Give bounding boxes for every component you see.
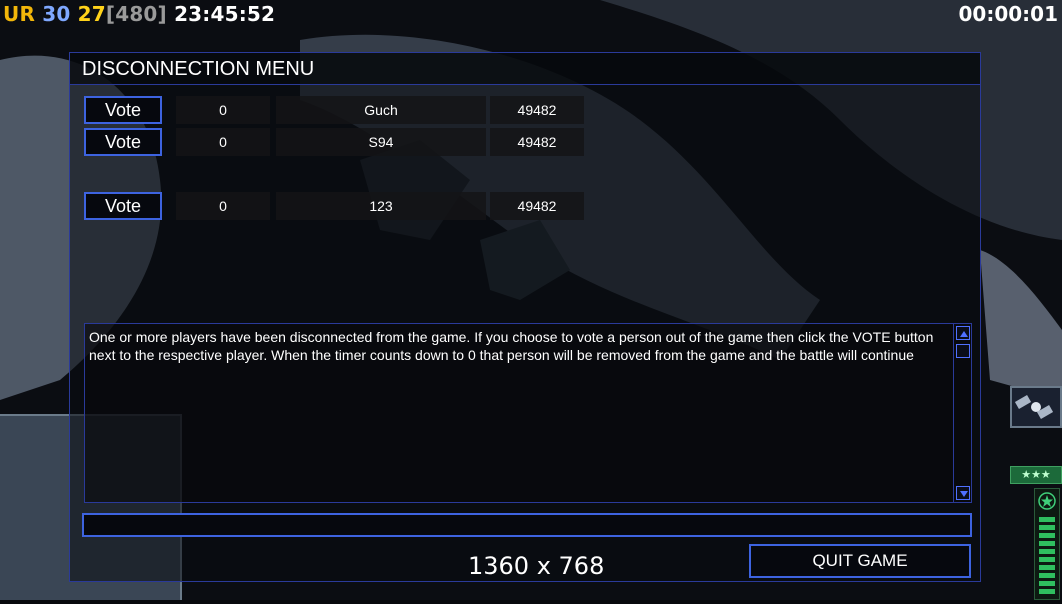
message-box: One or more players have been disconnect…: [84, 323, 972, 503]
message-scrollbar[interactable]: [953, 324, 971, 502]
player-votes: 0: [176, 192, 270, 220]
player-votes: 0: [176, 128, 270, 156]
hud-value-b: 27: [77, 2, 106, 26]
quit-game-button[interactable]: QUIT GAME: [749, 544, 971, 578]
rank-stars-badge: ★★★: [1010, 466, 1062, 484]
vote-button[interactable]: Vote: [84, 192, 162, 220]
scroll-down-button[interactable]: [956, 486, 970, 500]
satellite-icon[interactable]: [1010, 386, 1062, 428]
disconnect-message: One or more players have been disconnect…: [89, 329, 934, 363]
vote-button[interactable]: Vote: [84, 128, 162, 156]
ur-label: UR: [3, 2, 36, 26]
hud-clock: 23:45:52: [174, 2, 276, 26]
player-name: Guch: [276, 96, 486, 124]
game-timer: 00:00:01: [958, 2, 1059, 26]
player-ping: 49482: [490, 128, 584, 156]
hud-stats: UR 30 27[480] 23:45:52: [3, 2, 275, 26]
dialog-title: DISCONNECTION MENU: [82, 58, 315, 80]
disconnection-dialog: DISCONNECTION MENU Vote 0 Guch 49482 Vot…: [69, 52, 981, 582]
hud-value-a: 30: [42, 2, 71, 26]
player-ping: 49482: [490, 192, 584, 220]
chat-input[interactable]: [82, 513, 972, 537]
player-ping: 49482: [490, 96, 584, 124]
scroll-thumb[interactable]: [956, 344, 970, 358]
vote-button[interactable]: Vote: [84, 96, 162, 124]
player-name: S94: [276, 128, 486, 156]
player-name: 123: [276, 192, 486, 220]
resolution-label: 1360 x 768: [468, 552, 605, 580]
scroll-up-button[interactable]: [956, 326, 970, 340]
dialog-titlebar: DISCONNECTION MENU: [70, 53, 980, 85]
power-meter: [1034, 488, 1060, 600]
player-votes: 0: [176, 96, 270, 124]
hud-bracket-value: [480]: [105, 2, 167, 26]
